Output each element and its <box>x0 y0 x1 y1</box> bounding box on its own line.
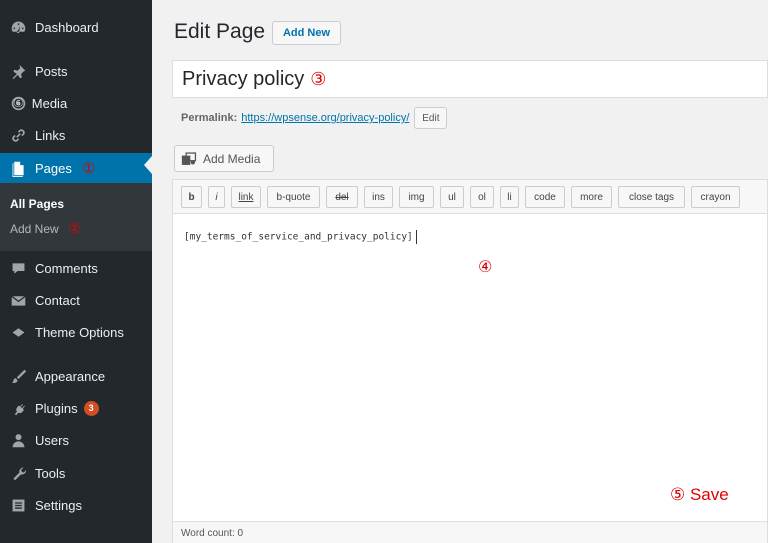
permalink-label: Permalink: <box>181 112 238 124</box>
menu-users[interactable]: Users <box>0 425 152 455</box>
qt-ol-button[interactable]: ol <box>470 186 494 208</box>
menu-plugins[interactable]: Plugins 3 <box>0 393 152 423</box>
menu-media-label: Media <box>31 95 68 111</box>
current-menu-arrow <box>144 156 152 174</box>
menu-posts[interactable]: Posts <box>0 56 152 86</box>
content-text: [my_terms_of_service_and_privacy_policy] <box>184 231 413 243</box>
menu-settings-label: Settings <box>35 497 82 513</box>
submenu-add-new-label: Add New <box>10 222 59 236</box>
add-media-label: Add Media <box>203 151 261 166</box>
word-count: Word count: 0 <box>181 527 244 539</box>
qt-img-button[interactable]: img <box>399 186 434 208</box>
link-icon <box>8 125 28 145</box>
diamond-icon <box>8 322 28 342</box>
plug-icon <box>8 398 28 418</box>
permalink-link[interactable]: https://wpsense.org/privacy-policy/ <box>241 112 409 124</box>
wrench-icon <box>8 463 28 483</box>
user-icon <box>8 430 28 450</box>
add-new-marker: ② <box>68 221 81 237</box>
qt-italic-button[interactable]: i <box>208 186 225 208</box>
menu-comments[interactable]: Comments <box>0 253 152 283</box>
permalink-edit-button[interactable]: Edit <box>414 107 448 129</box>
quicktags-toolbar: b i link b-quote del ins img ul ol li co… <box>173 180 767 214</box>
menu-theme-options-label: Theme Options <box>35 324 124 340</box>
qt-li-button[interactable]: li <box>500 186 519 208</box>
menu-appearance[interactable]: Appearance <box>0 361 152 391</box>
submenu-add-new[interactable]: Add New ② <box>10 221 81 237</box>
word-count-bar: Word count: 0 <box>173 521 767 543</box>
menu-users-label: Users <box>35 432 69 448</box>
qt-del-button[interactable]: del <box>326 186 358 208</box>
pages-icon <box>8 158 28 178</box>
menu-contact[interactable]: Contact <box>0 285 152 315</box>
menu-tools[interactable]: Tools <box>0 458 152 488</box>
content-marker: ④ <box>478 257 493 276</box>
menu-theme-options[interactable]: Theme Options <box>0 317 152 347</box>
dashboard-icon <box>8 17 28 37</box>
plugins-update-badge: 3 <box>83 400 99 416</box>
menu-plugins-label: Plugins <box>35 400 78 416</box>
menu-appearance-label: Appearance <box>35 368 106 384</box>
permalink-row: Permalink: https://wpsense.org/privacy-p… <box>181 107 448 129</box>
page-title: Edit Page <box>174 20 266 43</box>
qt-close-tags-button[interactable]: close tags <box>618 186 685 208</box>
paintbrush-icon <box>8 366 28 386</box>
text-editor: b i link b-quote del ins img ul ol li co… <box>172 179 768 543</box>
qt-bold-button[interactable]: b <box>181 186 202 208</box>
content-textarea[interactable]: [my_terms_of_service_and_privacy_policy]… <box>173 215 767 520</box>
qt-more-button[interactable]: more <box>571 186 612 208</box>
qt-link-button[interactable]: link <box>231 186 261 208</box>
qt-blockquote-button[interactable]: b-quote <box>267 186 320 208</box>
menu-links[interactable]: Links <box>0 120 152 150</box>
menu-links-label: Links <box>35 127 66 143</box>
menu-contact-label: Contact <box>35 292 80 308</box>
qt-code-button[interactable]: code <box>525 186 565 208</box>
menu-dashboard[interactable]: Dashboard <box>0 12 152 42</box>
pages-submenu: All Pages Add New ② <box>0 183 152 251</box>
pin-icon <box>8 61 28 81</box>
title-input[interactable]: Privacy policy ③ <box>172 60 768 98</box>
add-new-button[interactable]: Add New <box>272 21 341 45</box>
menu-settings[interactable]: Settings <box>0 490 152 520</box>
menu-dashboard-label: Dashboard <box>35 19 99 35</box>
menu-comments-label: Comments <box>35 260 98 276</box>
comment-icon <box>8 258 28 278</box>
add-media-button[interactable]: Add Media <box>174 145 274 172</box>
menu-pages[interactable]: Pages ① <box>0 153 152 183</box>
qt-ins-button[interactable]: ins <box>364 186 393 208</box>
admin-sidebar: Dashboard Posts ⑥ Media Links Pages ① Al… <box>0 0 152 543</box>
submenu-all-pages[interactable]: All Pages <box>10 197 64 211</box>
qt-crayon-button[interactable]: crayon <box>691 186 740 208</box>
add-media-icon <box>181 151 197 165</box>
mail-icon <box>8 290 28 310</box>
settings-icon <box>8 495 28 515</box>
title-marker: ③ <box>310 68 327 90</box>
menu-pages-label: Pages <box>35 160 72 176</box>
qt-ul-button[interactable]: ul <box>440 186 464 208</box>
media-marker: ⑥ <box>13 96 24 110</box>
menu-tools-label: Tools <box>35 465 66 481</box>
title-input-value: Privacy policy <box>182 67 305 90</box>
menu-posts-label: Posts <box>35 63 68 79</box>
text-cursor <box>415 230 417 244</box>
save-annotation[interactable]: ⑤ Save <box>670 485 729 505</box>
menu-media[interactable]: ⑥ Media <box>0 88 152 118</box>
pages-marker: ① <box>81 159 96 177</box>
